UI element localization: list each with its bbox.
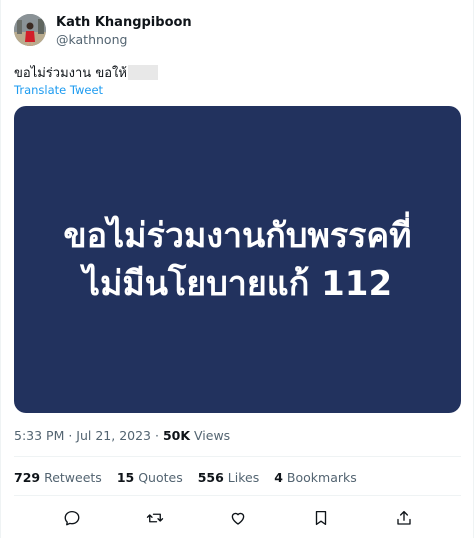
bookmark-button[interactable]	[309, 506, 333, 530]
divider	[14, 495, 461, 496]
views-label: Views	[190, 428, 231, 443]
quotes-label: Quotes	[134, 470, 183, 485]
share-icon	[396, 510, 411, 525]
tweet-card: Kath Khangpiboon @kathnong ขอไม่ร่วมงาน …	[0, 0, 474, 538]
redacted-text-block	[127, 65, 158, 80]
reply-icon	[64, 510, 80, 526]
action-bar	[1, 506, 474, 530]
retweet-button[interactable]	[143, 506, 167, 530]
tweet-text: ขอไม่ร่วมงาน ขอให้	[14, 66, 127, 81]
retweets-label: Retweets	[40, 470, 102, 485]
retweet-icon	[147, 513, 164, 523]
likes-count: 556	[197, 470, 224, 485]
stat-retweets[interactable]: 729 Retweets	[14, 470, 102, 485]
image-text-line-1: ขอไม่ร่วมงานกับพรรคที่	[63, 215, 412, 256]
tweet-text-row: ขอไม่ร่วมงาน ขอให้	[14, 62, 158, 83]
tweet-header: Kath Khangpiboon @kathnong	[14, 14, 192, 48]
tweet-image[interactable]: ขอไม่ร่วมงานกับพรรคที่ ไม่มีนโยบายแก้ 11…	[14, 106, 461, 413]
author-display-name[interactable]: Kath Khangpiboon	[56, 14, 192, 31]
likes-label: Likes	[223, 470, 260, 485]
image-text-line-2: ไม่มีนโยบายแก้ 112	[82, 263, 393, 304]
timestamp[interactable]: 5:33 PM · Jul 21, 2023 ·	[14, 428, 163, 443]
divider	[14, 456, 461, 457]
author-handle[interactable]: @kathnong	[56, 31, 192, 48]
engagement-stats: 729 Retweets 15 Quotes 556 Likes 4 Bookm…	[14, 470, 372, 485]
reply-button[interactable]	[60, 506, 84, 530]
views-count[interactable]: 50K	[163, 428, 190, 443]
share-button[interactable]	[392, 506, 416, 530]
like-button[interactable]	[226, 506, 250, 530]
bookmarks-count: 4	[274, 470, 283, 485]
quotes-count: 15	[116, 470, 135, 485]
tweet-meta: 5:33 PM · Jul 21, 2023 · 50K Views	[14, 428, 230, 443]
bookmark-icon	[315, 510, 326, 526]
translate-tweet-link[interactable]: Translate Tweet	[14, 83, 103, 97]
author-names: Kath Khangpiboon @kathnong	[56, 14, 192, 48]
avatar[interactable]	[14, 14, 46, 46]
stat-likes[interactable]: 556 Likes	[198, 470, 260, 485]
stat-bookmarks[interactable]: 4 Bookmarks	[274, 470, 357, 485]
stat-quotes[interactable]: 15 Quotes	[117, 470, 183, 485]
like-icon	[231, 512, 245, 525]
retweets-count: 729	[14, 470, 41, 485]
bookmarks-label: Bookmarks	[282, 470, 357, 485]
